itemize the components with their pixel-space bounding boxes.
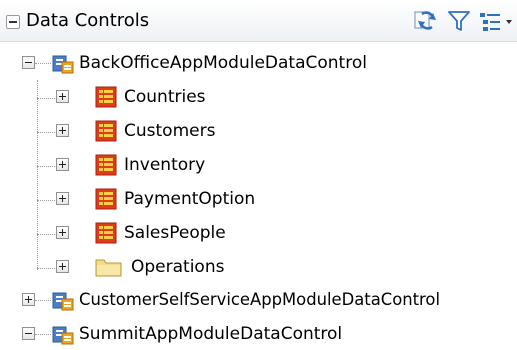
expand-toggle[interactable] — [56, 158, 69, 171]
filter-icon[interactable] — [446, 8, 472, 34]
tree-node-countries[interactable]: Countries — [0, 80, 517, 114]
data-control-icon — [52, 323, 74, 345]
tree-node-inventory[interactable]: Inventory — [0, 148, 517, 182]
tree-node-label: Inventory — [124, 155, 206, 175]
collection-icon — [95, 222, 117, 244]
view-options-icon[interactable] — [477, 8, 515, 34]
folder-icon — [95, 256, 123, 278]
collection-icon — [95, 120, 117, 142]
tree-node-summit[interactable]: SummitAppModuleDataControl — [0, 317, 517, 350]
expand-toggle[interactable] — [56, 90, 69, 103]
tree-node-paymentoption[interactable]: PaymentOption — [0, 182, 517, 216]
expand-toggle[interactable] — [22, 293, 35, 306]
data-control-icon — [52, 289, 74, 311]
tree-node-operations[interactable]: Operations — [0, 250, 517, 284]
expand-toggle[interactable] — [56, 192, 69, 205]
panel-title: Data Controls — [26, 10, 150, 31]
refresh-icon[interactable] — [413, 8, 439, 34]
collapse-toggle[interactable] — [22, 327, 35, 340]
expand-toggle[interactable] — [56, 260, 69, 273]
collection-icon — [95, 188, 117, 210]
tree-node-label: BackOfficeAppModuleDataControl — [79, 53, 367, 73]
tree-node-label: Countries — [124, 87, 206, 107]
tree-node-customers[interactable]: Customers — [0, 114, 517, 148]
collection-icon — [95, 154, 117, 176]
tree-node-label: CustomerSelfServiceAppModuleDataControl — [79, 290, 441, 309]
tree-node-label: Customers — [124, 121, 216, 141]
expand-toggle[interactable] — [56, 124, 69, 137]
data-control-icon — [52, 52, 74, 74]
collection-icon — [95, 86, 117, 108]
expand-toggle[interactable] — [56, 226, 69, 239]
tree-node-label: Operations — [131, 257, 225, 277]
collapse-toggle[interactable] — [22, 56, 35, 69]
tree-node-label: SalesPeople — [124, 223, 226, 243]
tree-node-label: SummitAppModuleDataControl — [79, 324, 343, 344]
tree-node-customerselfservice[interactable]: CustomerSelfServiceAppModuleDataControl — [0, 283, 517, 317]
panel-header: Data Controls — [0, 0, 517, 42]
tree-node-backoffice[interactable]: BackOfficeAppModuleDataControl — [0, 46, 517, 80]
collapse-panel-button[interactable] — [6, 15, 20, 29]
tree-node-salespeople[interactable]: SalesPeople — [0, 216, 517, 250]
tree-node-label: PaymentOption — [124, 189, 256, 209]
